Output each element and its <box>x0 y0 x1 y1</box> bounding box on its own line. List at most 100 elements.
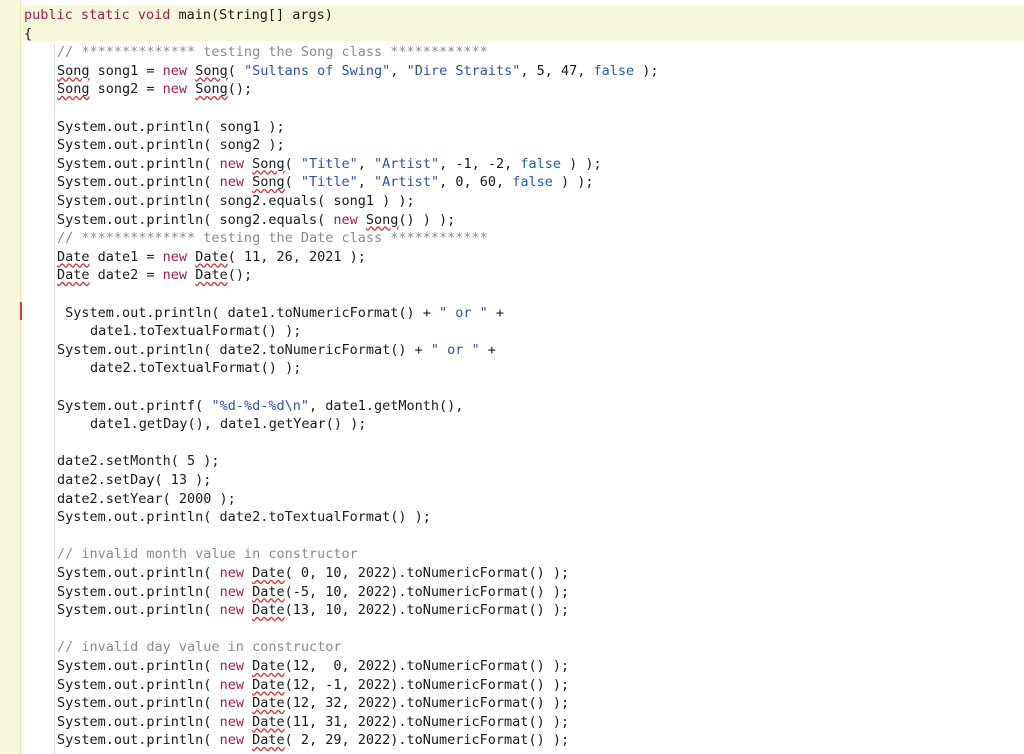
code-line[interactable]: { <box>24 25 32 44</box>
code-line[interactable]: // invalid day value in constructor <box>57 638 341 657</box>
code-token: ) ); <box>561 155 602 172</box>
unresolved-symbol: Song <box>57 81 90 98</box>
code-token: System.out.println( <box>57 155 220 172</box>
code-token: System.out.println( <box>57 583 220 600</box>
code-line[interactable]: System.out.println( new Date(12, -1, 202… <box>57 676 569 695</box>
code-line[interactable]: System.out.println( new Date(12, 32, 202… <box>57 694 569 713</box>
code-line[interactable]: Song song1 = new Song( "Sultans of Swing… <box>57 62 659 81</box>
code-token: , 0, 60, <box>439 174 513 191</box>
code-line[interactable]: System.out.println( date1.toNumericForma… <box>57 304 504 323</box>
code-token: , -1, -2, <box>439 155 521 172</box>
code-token: ( <box>284 174 301 191</box>
code-token: new <box>219 676 244 693</box>
code-comment: // ************** testing the Song class… <box>57 44 488 61</box>
code-line[interactable]: // invalid month value in constructor <box>57 545 358 564</box>
code-line[interactable]: System.out.println( song1 ); <box>57 118 285 137</box>
code-line[interactable]: System.out.println( new Date(13, 10, 202… <box>57 601 569 620</box>
code-line[interactable]: date2.setMonth( 5 ); <box>57 452 220 471</box>
code-token: () ) ); <box>398 211 456 228</box>
code-token: System.out.println( song2 ); <box>57 137 285 154</box>
code-token: + <box>479 341 496 358</box>
code-token: new <box>219 658 244 674</box>
code-token: song2 = <box>89 81 163 98</box>
code-line[interactable]: Song song2 = new Song(); <box>57 80 252 99</box>
code-line[interactable]: System.out.println( song2.equals( new So… <box>57 211 455 230</box>
code-token: false <box>520 155 561 172</box>
code-token: System.out.println( song2.equals( song1 … <box>57 193 415 209</box>
code-line[interactable]: // ************** testing the Date class… <box>57 229 488 248</box>
code-token: " or " <box>439 304 488 321</box>
unresolved-symbol: Song <box>365 211 399 228</box>
code-line[interactable]: System.out.println( date2.toNumericForma… <box>57 341 496 360</box>
code-token: new <box>219 713 244 730</box>
code-token: "Title" <box>300 174 358 191</box>
code-token: date1.toTextualFormat() ); <box>90 323 302 340</box>
code-token: false <box>593 62 635 79</box>
code-line[interactable]: System.out.println( new Date( 2, 29, 202… <box>57 731 569 750</box>
code-line[interactable]: System.out.println( new Date(-5, 10, 202… <box>57 583 569 602</box>
code-line[interactable]: // ************** testing the Song class… <box>57 43 488 62</box>
code-line[interactable]: System.out.println( new Song( "Title", "… <box>57 155 602 174</box>
code-line[interactable]: public static void main(String[] args) <box>24 6 333 25</box>
code-line[interactable]: System.out.printf( "%d-%d-%d\n", date1.g… <box>57 397 463 416</box>
code-token: System.out.println( <box>57 602 220 619</box>
code-line[interactable]: date2.setDay( 13 ); <box>57 471 211 490</box>
code-line[interactable]: Date date1 = new Date( 11, 26, 2021 ); <box>57 248 366 267</box>
unresolved-symbol: Date <box>195 267 228 284</box>
code-token: System.out.println( <box>57 676 220 693</box>
code-token: date2.setDay( 13 ); <box>57 472 212 488</box>
code-comment: // invalid day value in constructor <box>57 639 342 656</box>
unresolved-symbol: Song <box>57 62 90 79</box>
code-token: song1 = <box>89 62 163 79</box>
code-token: { <box>24 25 33 42</box>
code-line[interactable]: System.out.println( song2.equals( song1 … <box>57 192 415 211</box>
code-line[interactable]: System.out.println( song2 ); <box>57 136 285 155</box>
unresolved-symbol: Song <box>195 62 228 79</box>
code-token: System.out.printf( <box>57 397 212 414</box>
code-line[interactable]: date2.toTextualFormat() ); <box>90 359 301 378</box>
code-token: ( <box>284 155 301 172</box>
code-line[interactable]: date1.getDay(), date1.getYear() ); <box>90 415 366 434</box>
code-token: System.out.println( date1.toNumericForma… <box>57 304 440 321</box>
code-token: new <box>333 211 358 228</box>
code-line[interactable]: date2.setYear( 2000 ); <box>57 490 236 509</box>
code-line[interactable]: System.out.println( new Date(12, 0, 2022… <box>57 657 569 676</box>
code-token: date2.setMonth( 5 ); <box>57 453 220 470</box>
code-token: date1.getDay(), date1.getYear() ); <box>90 416 367 433</box>
code-token: (12, -1, 2022).toNumericFormat() ); <box>284 676 570 693</box>
code-token: ); <box>634 62 659 79</box>
code-token: System.out.println( song2.equals( <box>57 211 334 228</box>
code-token: System.out.println( <box>57 658 220 674</box>
code-line[interactable]: Date date2 = new Date(); <box>57 266 252 285</box>
code-token: new <box>219 174 244 191</box>
code-token: (); <box>227 267 253 284</box>
code-token: , <box>357 174 375 191</box>
code-token: System.out.println( <box>57 732 220 749</box>
code-token: date2.toTextualFormat() ); <box>90 360 302 377</box>
code-editor[interactable]: public static void main(String[] args){ /… <box>22 0 1024 754</box>
unresolved-symbol: Date <box>252 676 285 693</box>
code-line[interactable]: System.out.println( new Date(11, 31, 202… <box>57 713 569 732</box>
code-line[interactable]: System.out.println( new Song( "Title", "… <box>57 173 594 192</box>
code-token: System.out.println( date2.toNumericForma… <box>57 341 431 358</box>
code-comment: // invalid month value in constructor <box>57 546 358 563</box>
code-token: new <box>219 695 244 712</box>
code-token: System.out.println( <box>57 713 220 730</box>
code-token: ( 11, 26, 2021 ); <box>227 248 366 265</box>
code-token: new <box>162 267 188 284</box>
code-token: System.out.println( <box>57 174 220 191</box>
code-token: (11, 31, 2022).toNumericFormat() ); <box>284 713 570 730</box>
code-line[interactable]: System.out.println( new Date( 0, 10, 202… <box>57 564 569 583</box>
code-token: (12, 32, 2022).toNumericFormat() ); <box>284 695 570 712</box>
code-token: new <box>219 155 244 172</box>
code-line[interactable]: date1.toTextualFormat() ); <box>90 322 301 341</box>
code-line[interactable]: System.out.println( date2.toTextualForma… <box>57 508 431 527</box>
code-token: (-5, 10, 2022).toNumericFormat() ); <box>284 583 570 600</box>
code-comment: // ************** testing the Date class… <box>57 230 488 247</box>
